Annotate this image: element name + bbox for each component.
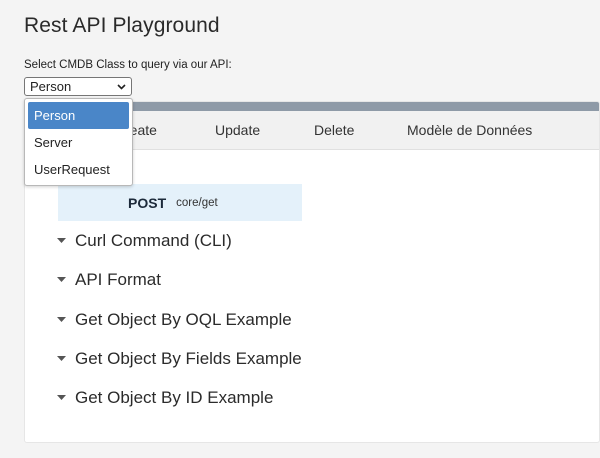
option-person[interactable]: Person — [28, 102, 129, 129]
chevron-down-icon — [117, 83, 126, 90]
section-curl-command[interactable]: Curl Command (CLI) — [57, 229, 232, 253]
option-server[interactable]: Server — [28, 129, 129, 156]
class-select-label: Select CMDB Class to query via our API: — [24, 59, 232, 71]
section-label: Get Object By ID Example — [75, 388, 274, 407]
caret-down-icon — [57, 356, 69, 362]
tab-delete[interactable]: Delete — [314, 111, 354, 149]
section-label: Curl Command (CLI) — [75, 231, 232, 250]
section-fields-example[interactable]: Get Object By Fields Example — [57, 347, 302, 371]
endpoint-method: POST — [128, 194, 167, 211]
caret-down-icon — [57, 277, 69, 283]
page-title: Rest API Playground — [24, 14, 220, 37]
caret-down-icon — [57, 317, 69, 323]
section-label: Get Object By OQL Example — [75, 310, 292, 329]
caret-down-icon — [57, 395, 69, 401]
section-label: API Format — [75, 270, 161, 289]
tab-data-model[interactable]: Modèle de Données — [407, 111, 532, 149]
class-select-value: Person — [30, 79, 72, 94]
section-label: Get Object By Fields Example — [75, 349, 302, 368]
class-select[interactable]: Person — [24, 77, 132, 96]
section-api-format[interactable]: API Format — [57, 268, 161, 292]
option-userrequest[interactable]: UserRequest — [28, 156, 129, 183]
endpoint-path: core/get — [176, 196, 218, 209]
section-oql-example[interactable]: Get Object By OQL Example — [57, 308, 292, 332]
endpoint-badge: POST core/get — [58, 184, 302, 221]
tab-update[interactable]: Update — [215, 111, 260, 149]
class-select-dropdown: Person Server UserRequest — [24, 98, 133, 186]
caret-down-icon — [57, 238, 69, 244]
section-id-example[interactable]: Get Object By ID Example — [57, 386, 273, 410]
